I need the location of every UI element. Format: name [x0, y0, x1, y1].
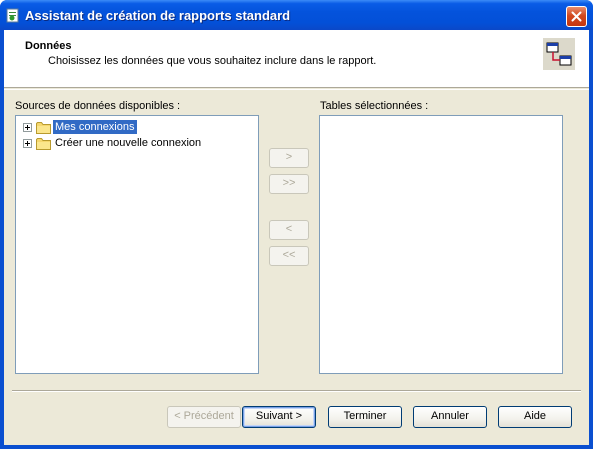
- data-tables-icon: [543, 38, 575, 70]
- tree-item-nouvelle-connexion[interactable]: Créer une nouvelle connexion: [23, 135, 203, 151]
- remove-all-tables-button[interactable]: <<: [269, 246, 309, 266]
- report-wizard-icon: [6, 8, 19, 23]
- plus-icon[interactable]: [23, 122, 32, 132]
- wizard-header: Données Choisissez les données que vous …: [4, 30, 589, 88]
- wizard-client-area: Données Choisissez les données que vous …: [4, 30, 589, 445]
- tree-item-label: Mes connexions: [53, 120, 137, 134]
- wizard-window: Assistant de création de rapports standa…: [0, 0, 593, 449]
- help-button[interactable]: Aide: [498, 406, 572, 428]
- selected-tables-label: Tables sélectionnées :: [320, 100, 429, 112]
- folder-icon: [36, 121, 51, 134]
- previous-button[interactable]: < Précédent: [167, 406, 241, 428]
- plus-icon[interactable]: [23, 138, 32, 148]
- page-subtitle: Choisissez les données que vous souhaite…: [48, 55, 377, 67]
- page-title: Données: [25, 40, 72, 52]
- footer-divider: [12, 390, 581, 392]
- window-title: Assistant de création de rapports standa…: [25, 8, 291, 23]
- cancel-button[interactable]: Annuler: [413, 406, 487, 428]
- tree-item-mes-connexions[interactable]: Mes connexions: [23, 119, 137, 135]
- folder-icon: [36, 137, 51, 150]
- remove-table-button[interactable]: <: [269, 220, 309, 240]
- data-sources-tree[interactable]: Mes connexions Créer une nouvelle connex…: [15, 115, 259, 374]
- title-bar[interactable]: Assistant de création de rapports standa…: [0, 0, 593, 30]
- selected-tables-list[interactable]: [319, 115, 563, 374]
- close-icon: [571, 11, 582, 22]
- next-button[interactable]: Suivant >: [242, 406, 316, 428]
- close-button[interactable]: [566, 6, 587, 27]
- add-table-button[interactable]: >: [269, 148, 309, 168]
- finish-button[interactable]: Terminer: [328, 406, 402, 428]
- sources-label: Sources de données disponibles :: [15, 100, 181, 112]
- tree-item-label: Créer une nouvelle connexion: [55, 137, 202, 149]
- header-divider: [4, 89, 589, 90]
- add-all-tables-button[interactable]: >>: [269, 174, 309, 194]
